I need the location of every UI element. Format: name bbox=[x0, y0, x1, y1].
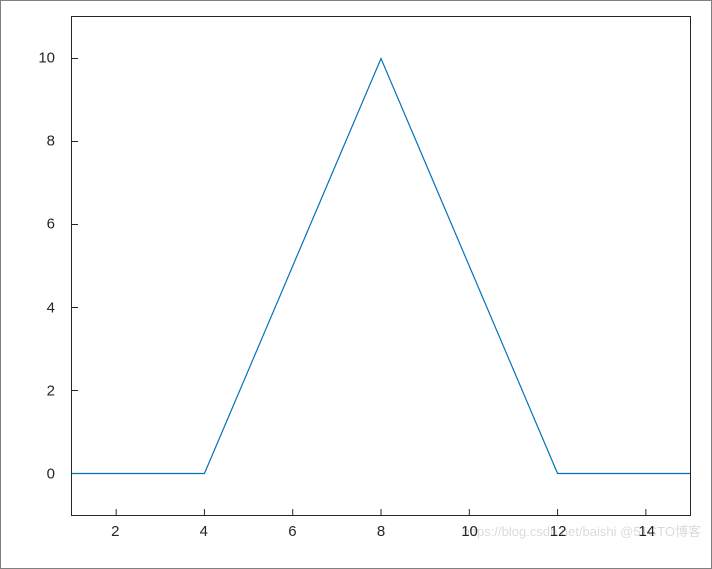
data-line bbox=[72, 59, 690, 474]
y-tick-label: 8 bbox=[1, 133, 55, 150]
chart-svg bbox=[72, 17, 690, 515]
y-tick-label: 0 bbox=[1, 466, 55, 483]
x-tick-label: 12 bbox=[538, 523, 578, 540]
y-tick-label: 6 bbox=[1, 216, 55, 233]
y-tick-label: 10 bbox=[1, 49, 55, 66]
x-tick-label: 10 bbox=[450, 523, 490, 540]
x-tick-label: 4 bbox=[184, 523, 224, 540]
y-ticks bbox=[72, 59, 78, 474]
x-ticks bbox=[116, 509, 646, 515]
x-tick-label: 8 bbox=[361, 523, 401, 540]
x-tick-label: 6 bbox=[272, 523, 312, 540]
y-tick-label: 4 bbox=[1, 299, 55, 316]
y-tick-label: 2 bbox=[1, 383, 55, 400]
x-tick-label: 14 bbox=[627, 523, 667, 540]
x-tick-label: 2 bbox=[95, 523, 135, 540]
figure-window: 0 2 4 6 8 10 2 4 6 8 10 12 14 https://bl… bbox=[0, 0, 712, 569]
chart-axes bbox=[71, 16, 691, 516]
